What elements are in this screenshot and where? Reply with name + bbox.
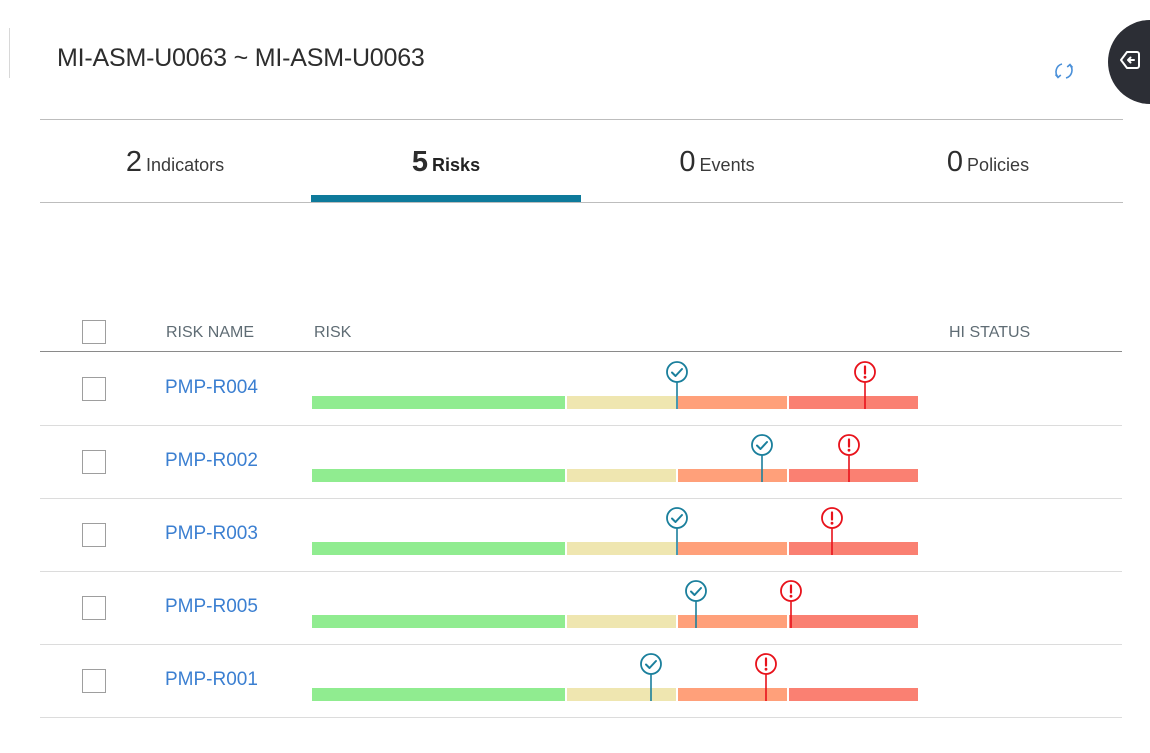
check-marker-icon[interactable] xyxy=(665,506,689,561)
risk-segment-moderate xyxy=(567,615,676,628)
row-divider xyxy=(40,498,1122,499)
risk-name-link[interactable]: PMP-R004 xyxy=(165,377,258,399)
tab-count: 0 xyxy=(946,146,964,178)
risk-bar xyxy=(312,469,918,482)
risk-name-link[interactable]: PMP-R003 xyxy=(165,523,258,545)
check-marker-icon[interactable] xyxy=(639,652,663,707)
check-marker-icon[interactable] xyxy=(750,433,774,488)
row-divider xyxy=(40,571,1122,572)
row-divider xyxy=(40,425,1122,426)
row-checkbox[interactable] xyxy=(82,669,106,693)
tab-indicators[interactable]: 2 Indicators xyxy=(40,120,310,202)
column-header-hi-status[interactable]: HI STATUS xyxy=(949,324,1030,342)
risk-segment-moderate xyxy=(567,396,676,409)
risk-segment-critical xyxy=(789,542,918,555)
column-header-risk-name[interactable]: RISK NAME xyxy=(166,324,254,342)
row-checkbox[interactable] xyxy=(82,377,106,401)
risk-segment-moderate xyxy=(567,469,676,482)
check-marker-icon[interactable] xyxy=(684,579,708,634)
risk-segment-moderate xyxy=(567,542,676,555)
alert-marker-icon[interactable] xyxy=(820,506,844,561)
tab-count: 0 xyxy=(679,146,696,178)
refresh-icon[interactable] xyxy=(1052,59,1076,83)
risk-segment-critical xyxy=(789,615,918,628)
row-divider xyxy=(40,644,1122,645)
page-title: MI-ASM-U0063 ~ MI-ASM-U0063 xyxy=(57,44,425,72)
risk-name-link[interactable]: PMP-R001 xyxy=(165,669,258,691)
tab-label: Indicators xyxy=(146,155,225,175)
alert-marker-icon[interactable] xyxy=(837,433,861,488)
risk-segment-high xyxy=(678,396,787,409)
tab-policies[interactable]: 0 Policies xyxy=(853,120,1123,202)
tabs-bottom-divider xyxy=(40,202,1123,203)
risk-bar xyxy=(312,396,918,409)
panel-toggle-icon xyxy=(1120,51,1140,69)
tab-events[interactable]: 0 Events xyxy=(582,120,852,202)
alert-marker-icon[interactable] xyxy=(754,652,778,707)
tab-label: Policies xyxy=(967,155,1030,175)
risk-segment-low xyxy=(312,396,565,409)
risk-segment-low xyxy=(312,615,565,628)
alert-marker-icon[interactable] xyxy=(779,579,803,634)
risk-name-link[interactable]: PMP-R005 xyxy=(165,596,258,618)
risk-segment-low xyxy=(312,688,565,701)
row-divider xyxy=(40,717,1122,718)
side-panel-toggle[interactable] xyxy=(1108,20,1150,104)
tab-count: 2 xyxy=(125,146,143,178)
tab-risks[interactable]: 5 Risks xyxy=(311,120,581,202)
column-header-risk[interactable]: RISK xyxy=(314,324,351,342)
check-marker-icon[interactable] xyxy=(665,360,689,415)
risk-segment-low xyxy=(312,469,565,482)
risk-segment-high xyxy=(678,542,787,555)
alert-marker-icon[interactable] xyxy=(853,360,877,415)
row-checkbox[interactable] xyxy=(82,523,106,547)
tab-label: Risks xyxy=(432,155,481,175)
risk-bar xyxy=(312,615,918,628)
risk-bar xyxy=(312,688,918,701)
risk-name-link[interactable]: PMP-R002 xyxy=(165,450,258,472)
left-divider xyxy=(9,28,10,78)
risk-segment-low xyxy=(312,542,565,555)
tab-count: 5 xyxy=(411,146,429,178)
table-header-divider xyxy=(40,351,1122,352)
risk-segment-critical xyxy=(789,688,918,701)
row-checkbox[interactable] xyxy=(82,596,106,620)
row-checkbox[interactable] xyxy=(82,450,106,474)
select-all-checkbox[interactable] xyxy=(82,320,106,344)
tab-label: Events xyxy=(699,155,755,175)
